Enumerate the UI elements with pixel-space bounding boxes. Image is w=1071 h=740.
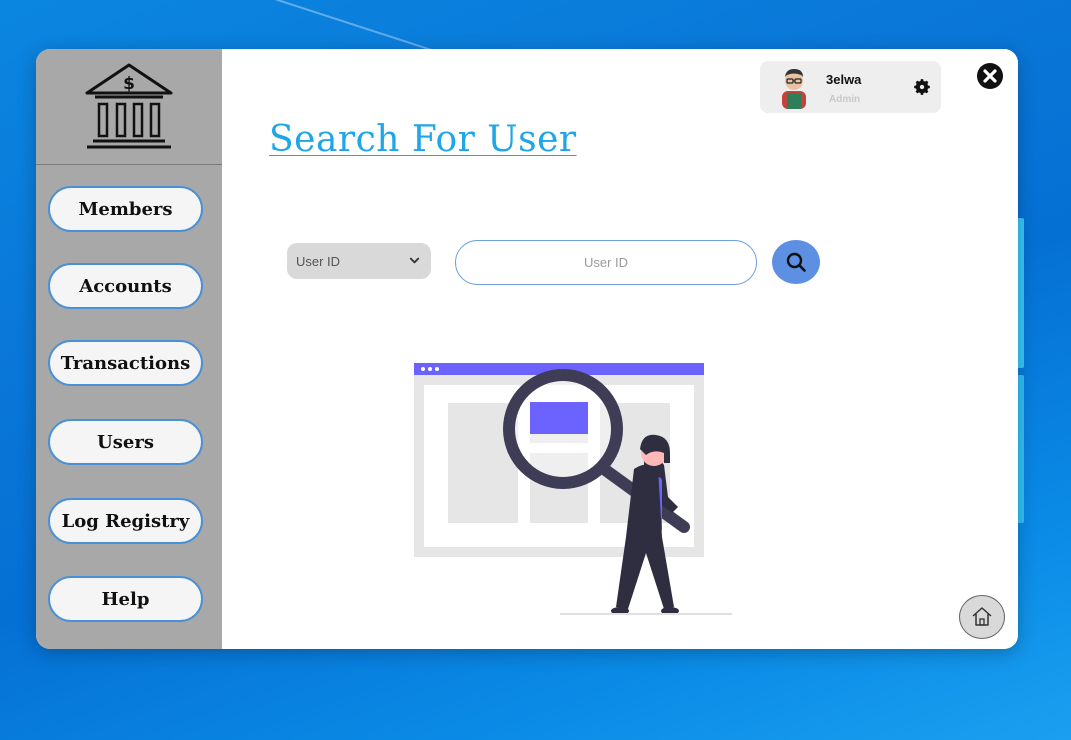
sidebar-item-label: Users xyxy=(97,431,154,453)
sidebar-item-accounts[interactable]: Accounts xyxy=(48,263,203,309)
profile-role: Admin xyxy=(829,94,861,105)
gear-icon[interactable] xyxy=(912,77,932,97)
search-field-select-value: User ID xyxy=(296,253,341,269)
sidebar-item-label: Transactions xyxy=(60,352,191,374)
bank-icon: $ xyxy=(85,63,173,148)
app-window: $ Members Accounts Transactions Users Lo… xyxy=(36,49,1018,649)
sidebar-item-transactions[interactable]: Transactions xyxy=(48,340,203,386)
chevron-down-icon xyxy=(409,257,420,264)
sidebar: $ Members Accounts Transactions Users Lo… xyxy=(36,49,222,649)
logo: $ xyxy=(36,49,222,165)
search-illustration xyxy=(414,363,732,615)
profile-name: 3elwa xyxy=(826,72,862,87)
search-icon xyxy=(786,252,806,272)
sidebar-item-label: Log Registry xyxy=(61,510,190,532)
home-button[interactable] xyxy=(959,595,1005,639)
sidebar-item-members[interactable]: Members xyxy=(48,186,203,232)
sidebar-item-help[interactable]: Help xyxy=(48,576,203,622)
search-field-select[interactable]: User ID xyxy=(287,243,431,279)
page-title: Search For User xyxy=(269,119,577,160)
home-icon xyxy=(972,607,992,626)
close-icon[interactable] xyxy=(976,62,1004,90)
sidebar-item-label: Accounts xyxy=(79,275,172,297)
svg-text:$: $ xyxy=(123,74,135,94)
sidebar-item-label: Members xyxy=(78,198,173,220)
main-content: Search For User 3elwa Admin User ID User… xyxy=(222,49,1018,649)
avatar-icon xyxy=(782,69,806,109)
sidebar-item-users[interactable]: Users xyxy=(48,419,203,465)
sidebar-item-label: Help xyxy=(101,588,150,610)
search-input[interactable] xyxy=(455,240,757,285)
search-button[interactable] xyxy=(772,240,820,284)
sidebar-item-log-registry[interactable]: Log Registry xyxy=(48,498,203,544)
profile-card: 3elwa Admin xyxy=(760,61,941,113)
